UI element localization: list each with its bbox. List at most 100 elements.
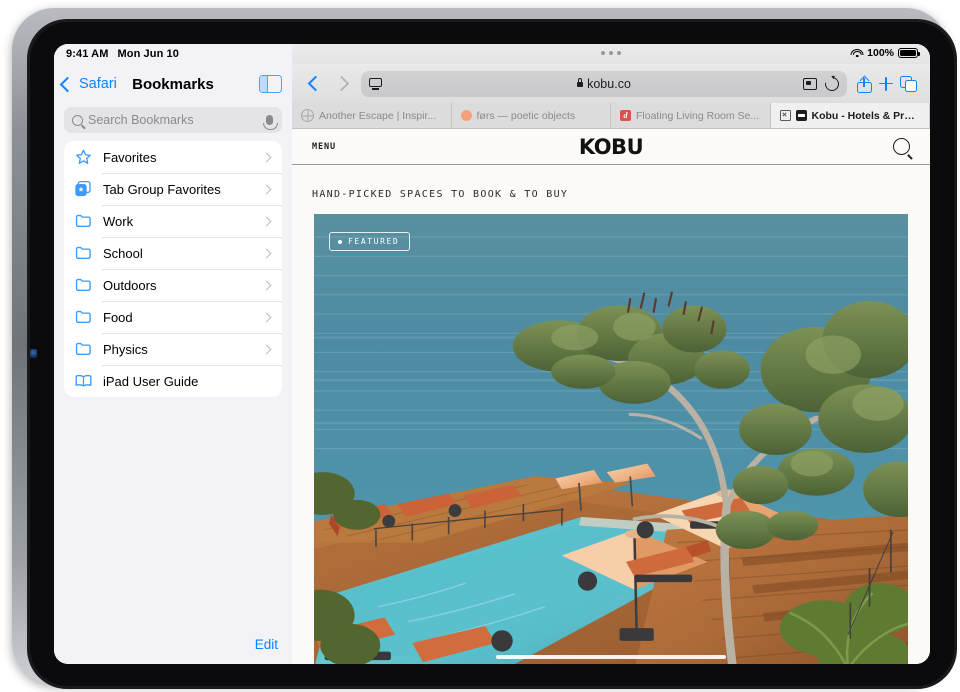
chevron-right-icon xyxy=(261,280,272,290)
status-bar-right: 100% xyxy=(292,44,930,64)
bookmark-label: iPad User Guide xyxy=(103,373,199,389)
search-placeholder: Search Bookmarks xyxy=(88,113,194,127)
tab-overview-icon xyxy=(900,75,917,92)
site-menu-button[interactable]: MENU xyxy=(312,142,336,152)
url-text: kobu.co xyxy=(587,76,631,91)
resort-illustration xyxy=(314,214,908,664)
hero-image-container[interactable]: FEATURED xyxy=(314,214,908,664)
back-label: Safari xyxy=(79,76,117,92)
book-icon xyxy=(74,372,93,390)
screenshot-root: 9:41 AM Mon Jun 10 Safari Bookmarks Sear… xyxy=(0,0,960,692)
back-button[interactable] xyxy=(305,75,325,92)
folder-icon xyxy=(74,308,93,326)
bookmark-label: School xyxy=(103,245,143,261)
bookmark-item-food[interactable]: Food xyxy=(64,301,282,333)
bookmarks-list: Favorites Tab Group Favorites Work Schoo… xyxy=(64,141,282,397)
reload-icon[interactable] xyxy=(822,73,842,94)
search-container: Search Bookmarks xyxy=(54,104,292,141)
search-icon xyxy=(72,114,83,126)
tab-title: Kobu - Hotels & Propert... xyxy=(811,109,921,122)
close-icon[interactable] xyxy=(779,110,791,121)
bookmark-item-ipad-user-guide[interactable]: iPad User Guide xyxy=(64,365,282,397)
folder-icon xyxy=(74,212,93,230)
tab-title: Another Escape | Inspir... xyxy=(319,109,437,122)
bookmark-item-tab-group-favorites[interactable]: Tab Group Favorites xyxy=(64,173,282,205)
globe-icon xyxy=(301,109,314,122)
plus-icon xyxy=(878,76,894,92)
chevron-right-icon xyxy=(333,75,349,92)
tab-group-star-icon xyxy=(74,180,93,198)
bookmark-item-physics[interactable]: Physics xyxy=(64,333,282,365)
chevron-right-icon xyxy=(261,184,272,194)
sidebar-toggle-icon[interactable] xyxy=(259,75,282,93)
bookmark-item-favorites[interactable]: Favorites xyxy=(64,141,282,173)
chevron-right-icon xyxy=(261,152,272,162)
browser-toolbar: kobu.co xyxy=(292,64,930,103)
address-bar[interactable]: kobu.co xyxy=(361,70,847,97)
tab-title: førs — poetic objects xyxy=(476,109,576,122)
edit-button[interactable]: Edit xyxy=(255,637,278,652)
share-icon xyxy=(857,75,872,93)
tab-overview-button[interactable] xyxy=(900,75,917,92)
bullet-dot-icon xyxy=(338,239,342,244)
orange-dot-icon xyxy=(460,110,472,121)
new-tab-button[interactable] xyxy=(878,76,894,92)
bookmark-label: Physics xyxy=(103,341,148,357)
reader-view-icon[interactable] xyxy=(369,77,382,90)
tab-kobu-hotels[interactable]: Kobu - Hotels & Propert... xyxy=(770,103,930,128)
chevron-right-icon xyxy=(261,216,272,226)
featured-badge[interactable]: FEATURED xyxy=(329,232,411,251)
share-button[interactable] xyxy=(857,75,872,93)
featured-badge-label: FEATURED xyxy=(348,237,400,246)
bookmark-label: Work xyxy=(103,213,134,229)
chevron-right-icon xyxy=(261,248,272,258)
bookmark-label: Tab Group Favorites xyxy=(103,181,221,197)
hero-image xyxy=(314,214,908,664)
tab-fors-poetic-objects[interactable]: førs — poetic objects xyxy=(452,103,611,128)
star-icon xyxy=(74,148,93,166)
bookmark-label: Favorites xyxy=(103,149,157,165)
status-led xyxy=(30,349,37,358)
forward-button[interactable] xyxy=(331,75,351,92)
folder-icon xyxy=(74,276,93,294)
dwell-d-icon: d xyxy=(620,110,631,121)
tab-title: Floating Living Room Se... xyxy=(636,109,760,122)
search-input[interactable]: Search Bookmarks xyxy=(64,107,282,133)
ipad-device-frame: 9:41 AM Mon Jun 10 Safari Bookmarks Sear… xyxy=(12,8,957,689)
site-search-icon[interactable] xyxy=(893,138,910,155)
microphone-icon[interactable] xyxy=(263,115,278,130)
bookmarks-sidebar: 9:41 AM Mon Jun 10 Safari Bookmarks Sear… xyxy=(54,44,292,664)
page-kicker: HAND-PICKED SPACES TO BOOK & TO BUY xyxy=(312,189,569,200)
site-header: MENU KOBU xyxy=(292,129,930,165)
tab-another-escape[interactable]: Another Escape | Inspir... xyxy=(292,103,452,128)
battery-full-icon xyxy=(898,48,920,58)
address-bar-actions xyxy=(803,73,842,94)
folder-icon xyxy=(74,244,93,262)
bookmark-item-school[interactable]: School xyxy=(64,237,282,269)
kobu-icon xyxy=(795,110,807,121)
tab-floating-living-room[interactable]: d Floating Living Room Se... xyxy=(611,103,771,128)
status-bar-left: 9:41 AM Mon Jun 10 xyxy=(54,44,292,64)
bookmark-label: Outdoors xyxy=(103,277,157,293)
status-indicators: 100% xyxy=(850,47,920,59)
extension-puzzle-icon[interactable] xyxy=(803,77,817,90)
bookmark-item-outdoors[interactable]: Outdoors xyxy=(64,269,282,301)
three-dots-icon[interactable] xyxy=(601,51,621,55)
browser-pane: 100% kobu.co Another Escape | Inspir... … xyxy=(292,44,930,664)
web-page-content: MENU KOBU HAND-PICKED SPACES TO BOOK & T… xyxy=(292,129,930,664)
chevron-left-icon xyxy=(307,75,323,92)
address-bar-content: kobu.co xyxy=(361,77,847,91)
bookmark-item-work[interactable]: Work xyxy=(64,205,282,237)
status-date: Mon Jun 10 xyxy=(117,48,179,60)
home-indicator[interactable] xyxy=(496,655,726,659)
chevron-right-icon xyxy=(261,344,272,354)
back-to-safari-button[interactable]: Safari xyxy=(59,76,117,92)
battery-percent-label: 100% xyxy=(867,47,894,59)
tab-strip: Another Escape | Inspir... førs — poetic… xyxy=(292,103,930,129)
sidebar-header: Safari Bookmarks xyxy=(54,64,292,104)
site-logo: KOBU xyxy=(578,134,644,159)
wifi-icon xyxy=(850,48,864,58)
chevron-right-icon xyxy=(261,312,272,322)
ipad-screen: 9:41 AM Mon Jun 10 Safari Bookmarks Sear… xyxy=(54,44,930,664)
status-time: 9:41 AM xyxy=(66,48,109,60)
